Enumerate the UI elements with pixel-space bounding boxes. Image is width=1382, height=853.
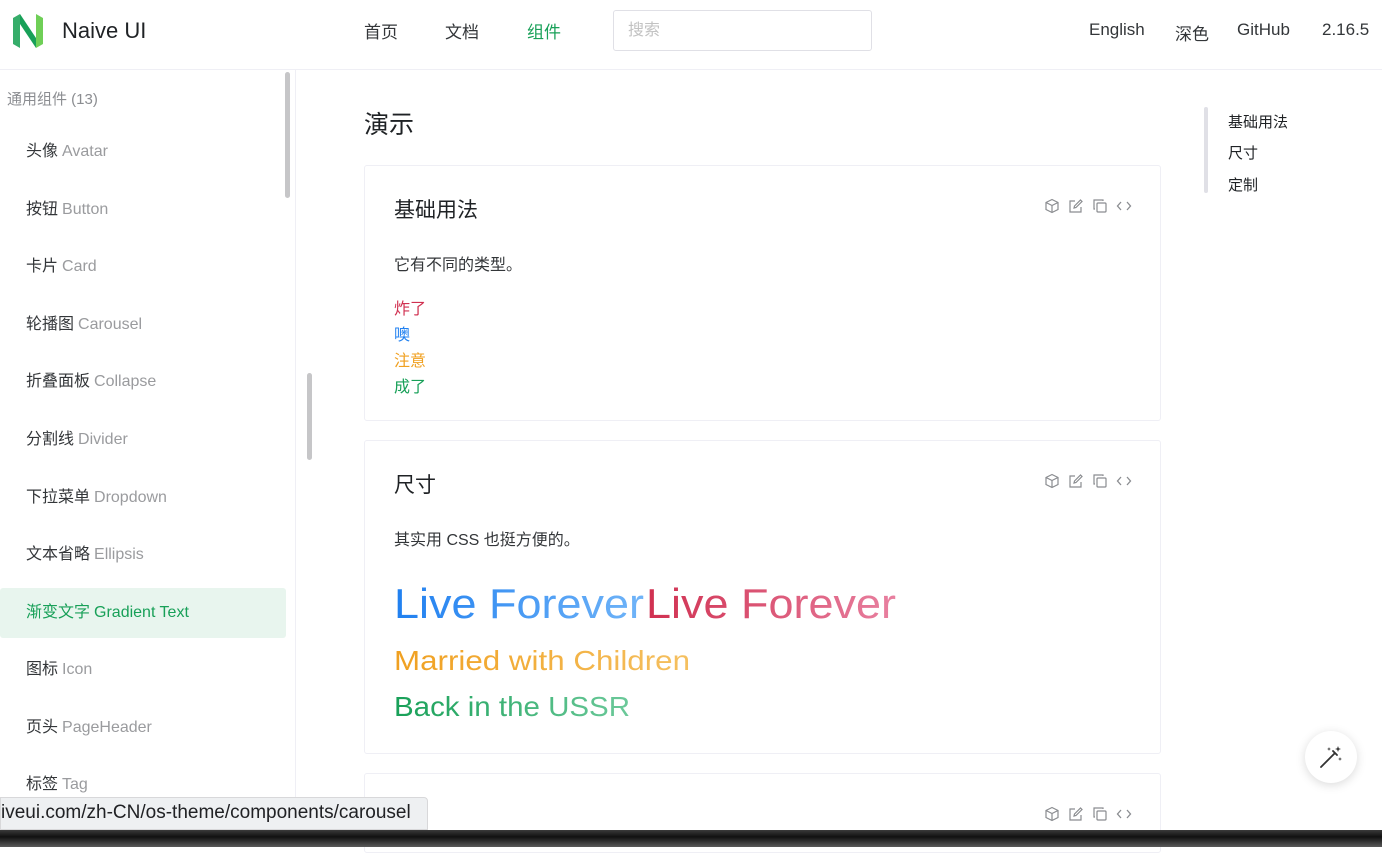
sidebar-item-dropdown[interactable]: 下拉菜单 Dropdown xyxy=(0,473,286,523)
nav-docs[interactable]: 文档 xyxy=(445,18,479,43)
window-bottom-edge xyxy=(0,830,1382,847)
version-label[interactable]: 2.16.5 xyxy=(1322,20,1369,40)
cube-icon[interactable] xyxy=(1044,806,1060,822)
naive-ui-logo-icon[interactable] xyxy=(10,12,46,50)
sidebar-item-gradient-text[interactable]: 渐变文字 Gradient Text xyxy=(0,588,286,638)
sidebar-item-label: 页头 xyxy=(26,719,59,736)
sidebar-item-label: 标签 xyxy=(26,776,59,793)
sidebar-item-divider[interactable]: 分割线 Divider xyxy=(0,415,286,465)
gradient-text-green: Back in the USSR xyxy=(394,691,630,722)
card-tools xyxy=(1044,473,1132,489)
sidebar-scrollbar[interactable] xyxy=(285,72,290,198)
sidebar-item-card[interactable]: 卡片 Card xyxy=(0,242,286,292)
card-title: 基础用法 xyxy=(394,199,478,222)
gradient-text-blue: Live Forever xyxy=(394,580,644,627)
card-title: 尺寸 xyxy=(394,474,436,497)
top-header: Naive UI 首页 文档 组件 English 深色 GitHub 2.16… xyxy=(0,0,1382,70)
edit-icon[interactable] xyxy=(1068,198,1084,214)
sidebar-item-pageheader[interactable]: 页头 PageHeader xyxy=(0,703,286,753)
sidebar-item-label: 轮播图 xyxy=(26,316,75,333)
main-scrollbar[interactable] xyxy=(307,373,312,460)
sidebar-item-label: 图标 xyxy=(26,661,59,678)
gradient-text-error: 炸了 xyxy=(394,301,427,318)
edit-icon[interactable] xyxy=(1068,473,1084,489)
code-icon[interactable] xyxy=(1116,473,1132,489)
copy-icon[interactable] xyxy=(1092,473,1108,489)
copy-icon[interactable] xyxy=(1092,806,1108,822)
sidebar-item-en: Collapse xyxy=(94,373,157,390)
sidebar-item-label: 下拉菜单 xyxy=(26,489,91,506)
sidebar-item-label: 文本省略 xyxy=(26,546,91,563)
sidebar-item-label: 卡片 xyxy=(26,258,59,275)
language-switch[interactable]: English xyxy=(1089,20,1145,40)
card-description: 其实用 CSS 也挺方便的。 xyxy=(394,532,580,549)
sidebar-item-en: Ellipsis xyxy=(94,546,144,563)
sidebar-item-en: Carousel xyxy=(78,316,143,333)
gradient-text-red: Live Forever xyxy=(646,580,896,627)
gradient-text-medium: Married with Children xyxy=(394,645,690,676)
gradient-text-info: 噢 xyxy=(394,327,411,344)
sidebar-item-en: Avatar xyxy=(62,143,108,160)
toc-rail xyxy=(1204,107,1208,193)
copy-icon[interactable] xyxy=(1092,198,1108,214)
sidebar-group-label: 通用组件 (13) xyxy=(7,91,98,108)
sidebar-item-label: 折叠面板 xyxy=(26,373,91,390)
sidebar-item-carousel[interactable]: 轮播图 Carousel xyxy=(0,300,286,350)
sidebar-item-en: Gradient Text xyxy=(94,604,189,621)
gradient-text-orange: Married with Children xyxy=(394,645,690,676)
github-link[interactable]: GitHub xyxy=(1237,20,1290,40)
cube-icon[interactable] xyxy=(1044,198,1060,214)
cube-icon[interactable] xyxy=(1044,473,1060,489)
code-icon[interactable] xyxy=(1116,806,1132,822)
sidebar-item-button[interactable]: 按钮 Button xyxy=(0,185,286,235)
sidebar-item-en: Divider xyxy=(78,431,128,448)
demo-card-basic: 基础用法 它有不同的类型。 炸了 噢 注意 成了 xyxy=(364,165,1161,421)
sidebar-item-icon[interactable]: 图标 Icon xyxy=(0,645,286,695)
sidebar-item-en: Button xyxy=(62,201,109,218)
sidebar-item-en: Card xyxy=(62,258,97,275)
toc-item-basic[interactable]: 基础用法 xyxy=(1228,111,1288,132)
card-tools xyxy=(1044,806,1132,822)
gradient-text-small: Back in the USSR xyxy=(394,691,630,722)
sidebar-item-label: 按钮 xyxy=(26,201,59,218)
sidebar-item-label: 分割线 xyxy=(26,431,75,448)
gradient-text-large: Live Forever Live Forever xyxy=(394,580,896,627)
edit-icon[interactable] xyxy=(1068,806,1084,822)
status-bar-url: iveui.com/zh-CN/os-theme/components/caro… xyxy=(0,797,428,830)
toc-item-custom[interactable]: 定制 xyxy=(1228,174,1258,195)
nav-home[interactable]: 首页 xyxy=(364,18,398,43)
theme-editor-button[interactable] xyxy=(1305,731,1357,783)
theme-switch[interactable]: 深色 xyxy=(1175,20,1209,45)
sidebar-item-label: 头像 xyxy=(26,143,59,160)
sidebar-item-en: Dropdown xyxy=(94,489,167,506)
page-title: 演示 xyxy=(364,111,415,139)
magic-wand-icon xyxy=(1320,746,1342,768)
brand-name[interactable]: Naive UI xyxy=(62,18,146,44)
code-icon[interactable] xyxy=(1116,198,1132,214)
gradient-text-warning: 注意 xyxy=(394,353,427,370)
demo-card-size: 尺寸 其实用 CSS 也挺方便的。 Live Forever Live Fore… xyxy=(364,440,1161,754)
sidebar: 通用组件 (13) 头像 Avatar 按钮 Button 卡片 Card 轮播图 Ca… xyxy=(0,70,296,847)
sidebar-item-en: PageHeader xyxy=(62,719,152,736)
sidebar-item-ellipsis[interactable]: 文本省略 Ellipsis xyxy=(0,530,286,580)
sidebar-item-avatar[interactable]: 头像 Avatar xyxy=(0,127,286,177)
search-input[interactable] xyxy=(613,10,872,51)
sidebar-item-label: 渐变文字 xyxy=(26,604,91,621)
card-tools xyxy=(1044,198,1132,214)
card-description: 它有不同的类型。 xyxy=(394,257,523,274)
toc-item-size[interactable]: 尺寸 xyxy=(1228,142,1258,163)
sidebar-item-en: Tag xyxy=(62,776,88,793)
sidebar-item-collapse[interactable]: 折叠面板 Collapse xyxy=(0,357,286,407)
nav-components[interactable]: 组件 xyxy=(527,18,561,43)
gradient-text-success: 成了 xyxy=(394,379,427,396)
sidebar-item-en: Icon xyxy=(62,661,93,678)
